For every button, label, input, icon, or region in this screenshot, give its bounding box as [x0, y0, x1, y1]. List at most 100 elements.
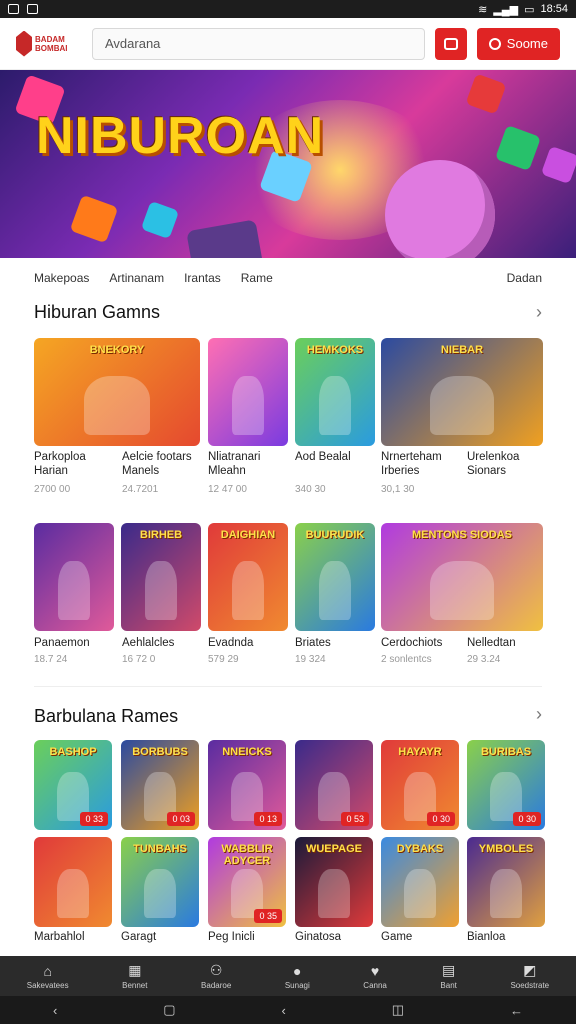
battery-icon: ▭ — [524, 3, 535, 16]
game-cover-title: BURIBAS — [480, 746, 532, 758]
nav-item-apple[interactable]: ● Sunagi — [285, 963, 310, 990]
game-name: Peg Inicli — [208, 931, 255, 943]
game-cover[interactable] — [208, 338, 288, 446]
game-cover[interactable]: HEMKOKS — [295, 338, 375, 446]
rating-badge: 0 33 — [80, 812, 108, 826]
back-icon[interactable]: ‹ — [53, 1003, 57, 1018]
nav-item-grid[interactable]: ▦ Bennet — [122, 962, 147, 990]
game-meta: 2 sonlentcs — [381, 654, 432, 665]
game-cover[interactable]: 0 53 — [295, 740, 373, 830]
game-meta: 30,1 30 — [381, 484, 415, 495]
chevron-right-icon[interactable]: › — [536, 302, 542, 323]
tab-0[interactable]: Makepoas — [34, 271, 89, 285]
game-cover[interactable]: WABBLIR ADYCER 0 35 — [208, 837, 286, 927]
game-name: Nelledtan — [467, 637, 516, 649]
back-icon[interactable]: ‹ — [281, 1003, 285, 1018]
game-cover[interactable]: YMBOLES — [467, 837, 545, 927]
game-name: Urelenkoa Sionars — [467, 451, 520, 477]
game-cover[interactable]: DAIGHIAN — [208, 523, 288, 631]
game-cover-title: NNEICKS — [222, 746, 272, 758]
game-name: Nrnerteham Irberies — [381, 451, 442, 477]
search-button[interactable]: Soome — [476, 27, 560, 60]
game-cover[interactable]: WUEPAGE — [295, 837, 373, 927]
search-button-label: Soome — [506, 36, 548, 51]
game-console-illustration — [186, 219, 264, 258]
rating-badge: 0 13 — [254, 812, 282, 826]
category-tabs: Makepoas Artinanam Irantas Rame Dadan — [0, 260, 576, 296]
game-cover[interactable]: MENTONS SIODAS — [381, 523, 543, 631]
game-cover-title: MENTONS SIODAS — [411, 529, 513, 541]
game-cover[interactable]: HAYAYR 0 30 — [381, 740, 459, 830]
game-cover[interactable] — [34, 523, 114, 631]
game-cover[interactable] — [34, 837, 112, 927]
nav-item-users[interactable]: ⚇ Badaroe — [201, 962, 231, 990]
game-name: Aelcie footars Manels — [122, 451, 192, 477]
game-cover[interactable]: BURIBAS 0 30 — [467, 740, 545, 830]
home-icon: ⌂ — [43, 962, 52, 979]
wifi-icon: ≋ — [478, 3, 488, 16]
character-illustration — [232, 375, 264, 436]
game-cover-title: NIEBAR — [440, 344, 484, 356]
game-name: Aod Bealal — [295, 451, 351, 463]
game-cover-title: HAYAYR — [398, 746, 442, 758]
chat-icon — [443, 37, 458, 50]
cube-decoration — [69, 194, 119, 244]
cube-decoration — [540, 145, 576, 185]
game-cover[interactable]: BASHOP 0 33 — [34, 740, 112, 830]
chevron-right-icon[interactable]: › — [536, 704, 542, 725]
character-illustration — [404, 868, 436, 918]
game-cover[interactable]: BUURUDIK — [295, 523, 375, 631]
chat-button[interactable] — [434, 27, 467, 60]
game-cover[interactable]: BORBUBS 0 03 — [121, 740, 199, 830]
nav-item-home[interactable]: ⌂ Sakevatees — [27, 963, 69, 990]
game-cover[interactable]: TUNBAHS — [121, 837, 199, 927]
nav-item-settings[interactable]: ◩ Soedstrate — [510, 962, 549, 990]
character-illustration — [319, 375, 351, 436]
game-name: Parkoploa Harian — [34, 451, 86, 477]
game-name: Briates — [295, 637, 331, 649]
game-cover-title: BIRHEB — [139, 529, 183, 541]
tab-3[interactable]: Rame — [241, 271, 273, 285]
logo[interactable]: BADAM BOMBAI — [16, 24, 82, 64]
divider — [34, 686, 542, 687]
users-icon: ⚇ — [209, 962, 223, 978]
section-title: Barbulana Rames — [34, 706, 179, 726]
search-input[interactable] — [92, 27, 425, 60]
game-cover[interactable]: BIRHEB — [121, 523, 201, 631]
character-illustration — [145, 560, 177, 621]
section-title: Hiburan Gamns — [34, 302, 161, 322]
status-bar: ≋ ▂▄▆ ▭ 18:54 — [0, 0, 576, 18]
hero-banner[interactable]: NIBUROAN — [0, 70, 576, 258]
game-name: Marbahlol — [34, 931, 85, 943]
nav-item-heart[interactable]: ♥ Canna — [363, 963, 387, 990]
game-cover[interactable]: NNEICKS 0 13 — [208, 740, 286, 830]
game-cover-title: DYBAKS — [396, 843, 444, 855]
document-icon: ▤ — [442, 962, 456, 978]
image-icon — [27, 4, 38, 14]
character-illustration — [429, 560, 495, 621]
game-cover[interactable]: BNEKORY — [34, 338, 200, 446]
nav-item-document[interactable]: ▤ Bant — [440, 962, 456, 990]
game-name: Game — [381, 931, 413, 943]
tab-1[interactable]: Artinanam — [109, 271, 164, 285]
tab-4[interactable]: Dadan — [507, 271, 542, 285]
notification-icon — [8, 4, 19, 14]
app-header: BADAM BOMBAI Soome — [0, 18, 576, 70]
character-illustration — [232, 560, 264, 621]
game-cover-title: BNEKORY — [89, 344, 145, 356]
cube-decoration — [465, 73, 507, 115]
square-icon[interactable]: ▢ — [163, 1002, 175, 1018]
cube-decoration — [494, 124, 542, 172]
bottom-navigation: ⌂ Sakevatees ▦ Bennet ⚇ Badaroe ● Sunagi ♥ Ca… — [0, 956, 576, 996]
game-cover[interactable]: NIEBAR — [381, 338, 543, 446]
tab-2[interactable]: Irantas — [184, 271, 221, 285]
game-name: Cerdochiots — [381, 637, 443, 649]
game-cover-title: WABBLIR ADYCER — [221, 843, 273, 867]
game-name: Aehlalcles — [122, 637, 175, 649]
game-cover[interactable]: DYBAKS — [381, 837, 459, 927]
arrow-left-icon[interactable]: ← — [510, 1003, 523, 1018]
split-icon[interactable]: ◫ — [392, 1002, 404, 1018]
heart-icon: ♥ — [370, 962, 380, 979]
game-name: Nliatranari Mleahn — [208, 451, 261, 477]
game-meta: 340 30 — [295, 484, 326, 495]
